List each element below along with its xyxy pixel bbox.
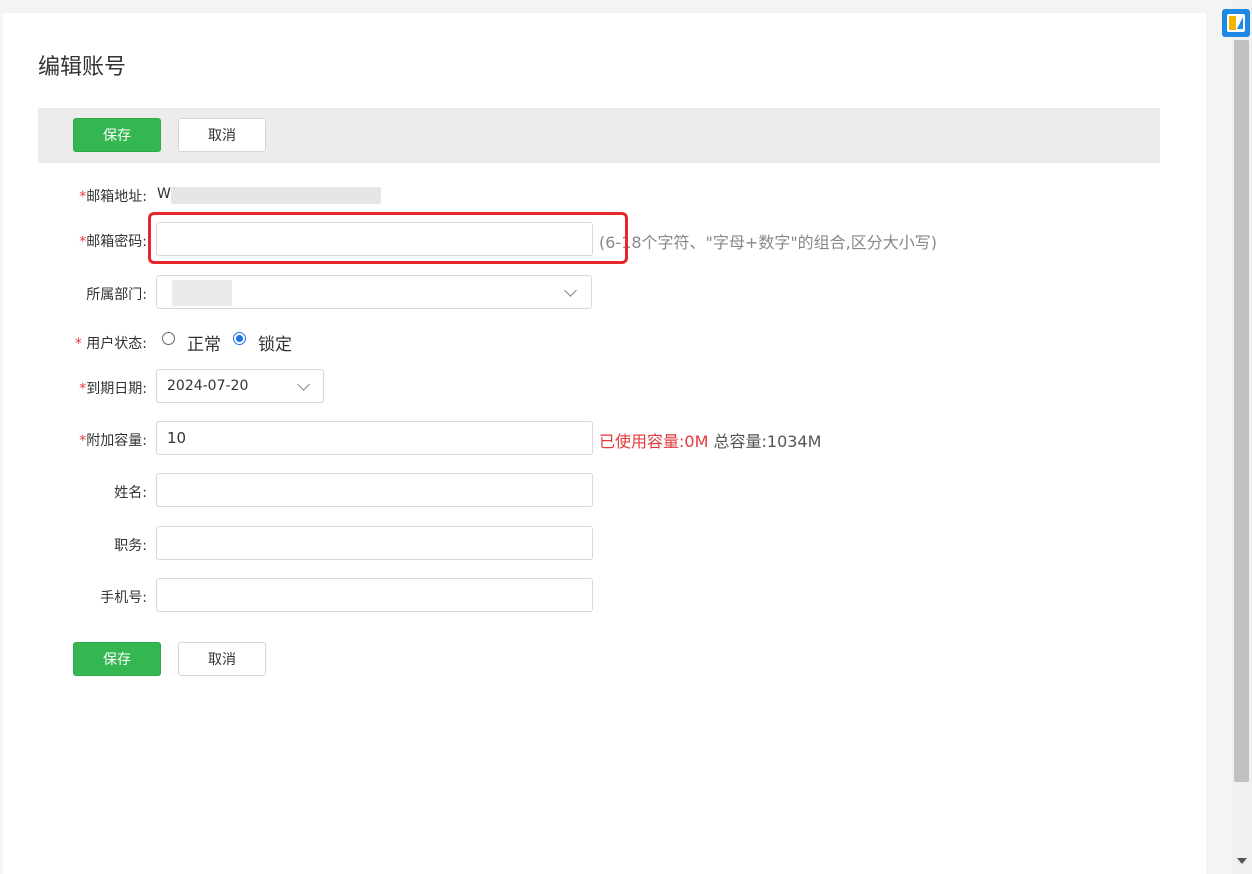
status-normal-radio[interactable] — [162, 332, 175, 345]
used-capacity-label: 已使用容量: — [599, 432, 685, 451]
extension-glyph-icon — [1227, 14, 1245, 32]
scroll-down-arrow-icon[interactable] — [1237, 858, 1247, 864]
email-value: W — [157, 186, 171, 202]
cancel-button-top[interactable]: 取消 — [178, 118, 266, 152]
cancel-button-bottom[interactable]: 取消 — [178, 642, 266, 676]
password-label: *邮箱密码: — [79, 234, 147, 250]
email-label: *邮箱地址: — [79, 189, 147, 205]
status-normal-label[interactable]: 正常 — [187, 330, 221, 355]
phone-label: 手机号: — [100, 590, 147, 606]
save-button-top[interactable]: 保存 — [73, 118, 161, 152]
capacity-info: 已使用容量:0M 总容量:1034M — [599, 428, 821, 452]
page-title: 编辑账号 — [38, 55, 127, 80]
status-locked-radio[interactable] — [233, 332, 246, 345]
password-hint: (6-18个字符、"字母+数字"的组合,区分大小写) — [599, 233, 938, 252]
expiry-label: *到期日期: — [79, 381, 147, 397]
phone-input[interactable] — [156, 578, 593, 612]
name-input[interactable] — [156, 473, 593, 507]
status-locked-label[interactable]: 锁定 — [258, 330, 292, 355]
password-input[interactable] — [156, 222, 593, 256]
expiry-date-value: 2024-07-20 — [167, 378, 249, 394]
name-label: 姓名: — [114, 485, 147, 501]
capacity-label: *附加容量: — [79, 433, 147, 449]
department-label: 所属部门: — [86, 287, 147, 303]
scrollbar-thumb[interactable] — [1234, 40, 1249, 782]
capacity-input[interactable] — [156, 421, 593, 455]
position-label: 职务: — [114, 538, 147, 554]
save-button-bottom[interactable]: 保存 — [73, 642, 161, 676]
used-capacity-value: 0M — [684, 432, 709, 451]
position-input[interactable] — [156, 526, 593, 560]
total-capacity-value: 1034M — [766, 432, 822, 451]
status-label: * 用户状态: — [74, 336, 147, 352]
department-redacted — [172, 280, 232, 306]
top-toolbar: 保存 取消 — [38, 108, 1160, 163]
email-redacted — [171, 187, 381, 204]
total-capacity-label: 总容量: — [713, 432, 767, 451]
extension-icon[interactable] — [1222, 9, 1250, 37]
